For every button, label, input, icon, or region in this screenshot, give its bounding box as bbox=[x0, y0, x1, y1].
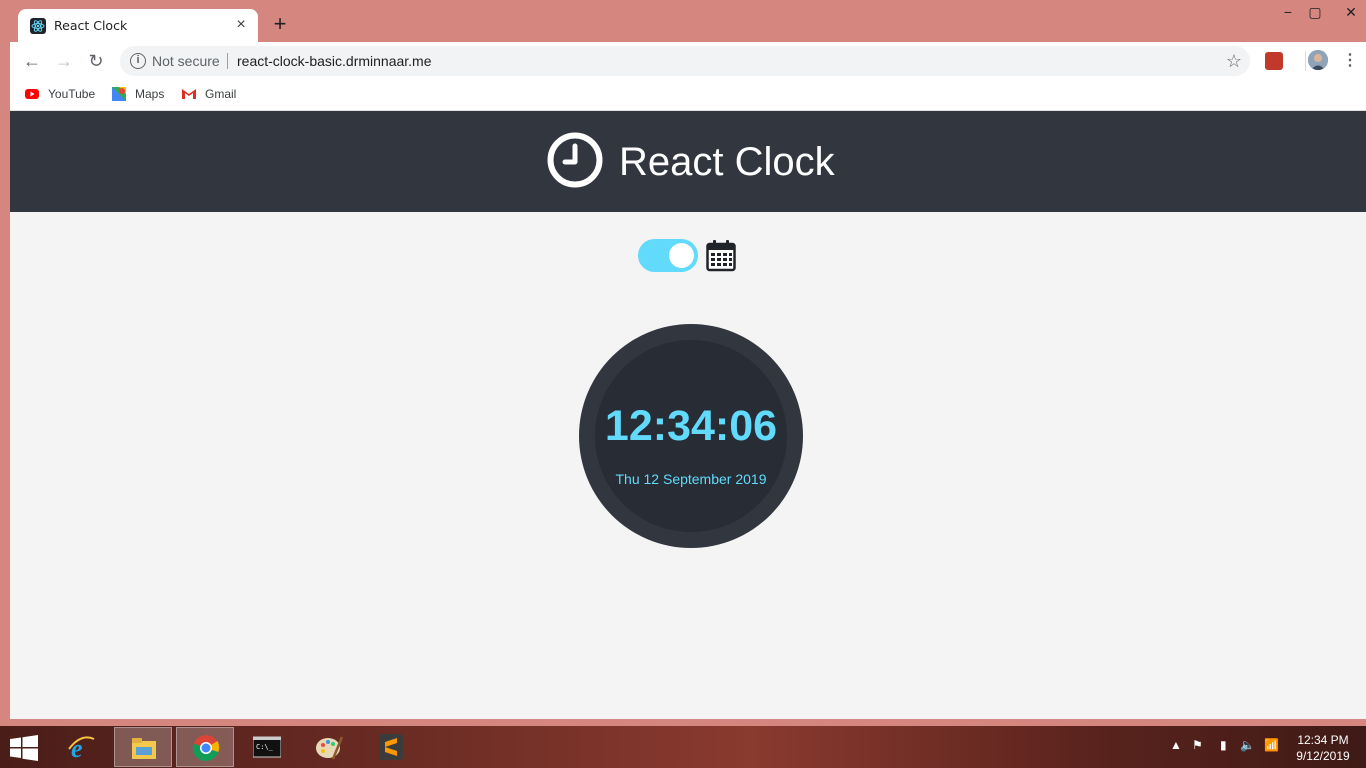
battery-icon[interactable]: ▮ bbox=[1220, 738, 1227, 752]
clock-mode-toggle[interactable] bbox=[638, 239, 698, 272]
command-prompt-icon: C:\_ bbox=[252, 733, 282, 761]
url-text[interactable]: react-clock-basic.drminnaar.me bbox=[237, 53, 432, 69]
browser-menu-icon[interactable]: ⋮ bbox=[1342, 50, 1358, 72]
tab-close-icon[interactable]: × bbox=[232, 16, 250, 34]
new-tab-button[interactable]: + bbox=[268, 12, 292, 36]
maximize-button[interactable]: ▢ bbox=[1300, 2, 1330, 22]
svg-text:C:\_: C:\_ bbox=[256, 743, 274, 751]
security-label[interactable]: Not secure bbox=[152, 53, 220, 69]
taskbar-internet-explorer[interactable]: e bbox=[52, 727, 110, 767]
chrome-icon bbox=[192, 734, 220, 762]
bookmark-youtube[interactable]: YouTube bbox=[24, 85, 95, 103]
tab-react-clock[interactable]: React Clock × bbox=[18, 9, 258, 42]
bookmark-gmail[interactable]: Gmail bbox=[181, 85, 236, 103]
reload-button[interactable]: ↻ bbox=[85, 50, 107, 72]
file-explorer-icon bbox=[130, 734, 158, 762]
browser-toolbar: ← → ↻ i Not secure react-clock-basic.drm… bbox=[10, 42, 1366, 79]
internet-explorer-icon: e bbox=[67, 733, 95, 763]
calendar-icon[interactable] bbox=[706, 239, 736, 272]
tray-expand-icon[interactable]: ▲ bbox=[1170, 738, 1182, 752]
taskbar-sublime-text[interactable] bbox=[362, 727, 420, 767]
system-clock[interactable]: 12:34 PM 9/12/2019 bbox=[1290, 732, 1356, 764]
toggle-knob bbox=[669, 243, 694, 268]
forward-button[interactable]: → bbox=[53, 50, 75, 72]
bookmark-maps[interactable]: Maps bbox=[111, 85, 164, 103]
tab-title: React Clock bbox=[54, 18, 128, 33]
taskbar-command-prompt[interactable]: C:\_ bbox=[238, 727, 296, 767]
action-center-flag-icon[interactable]: ⚑ bbox=[1192, 738, 1203, 752]
gmail-icon bbox=[181, 86, 197, 102]
system-time: 12:34 PM bbox=[1297, 733, 1349, 747]
windows-start-icon[interactable] bbox=[10, 735, 38, 761]
taskbar-paint[interactable] bbox=[300, 727, 358, 767]
system-date: 9/12/2019 bbox=[1296, 749, 1350, 763]
react-favicon-icon bbox=[30, 18, 46, 34]
web-page: React Clock 12:34:06 Thu 12 September 20… bbox=[10, 111, 1366, 719]
network-signal-icon[interactable]: 📶 bbox=[1264, 738, 1279, 752]
profile-avatar[interactable] bbox=[1308, 50, 1328, 70]
extension-icon[interactable] bbox=[1265, 52, 1283, 70]
taskbar-file-explorer[interactable] bbox=[114, 727, 172, 767]
paint-icon bbox=[315, 733, 344, 761]
digital-clock: 12:34:06 Thu 12 September 2019 bbox=[579, 324, 803, 548]
clock-logo-icon bbox=[547, 132, 603, 188]
bookmark-star-icon[interactable]: ☆ bbox=[1226, 50, 1242, 72]
clock-date: Thu 12 September 2019 bbox=[615, 471, 767, 487]
clock-time: 12:34:06 bbox=[604, 402, 778, 450]
address-bar[interactable]: i Not secure react-clock-basic.drminnaar… bbox=[120, 46, 1250, 76]
close-window-button[interactable]: ✕ bbox=[1336, 2, 1366, 22]
browser-titlebar: React Clock × + − ▢ ✕ bbox=[0, 0, 1366, 42]
minimize-button[interactable]: − bbox=[1273, 2, 1303, 22]
app-header: React Clock bbox=[10, 111, 1366, 212]
toolbar-separator bbox=[1305, 51, 1306, 71]
bookmarks-bar: YouTube Maps Gmail bbox=[10, 79, 1366, 111]
info-icon[interactable]: i bbox=[130, 53, 146, 69]
address-separator bbox=[227, 53, 228, 69]
taskbar-chrome[interactable] bbox=[176, 727, 234, 767]
sublime-text-icon bbox=[377, 733, 405, 761]
windows-taskbar: e C:\_ ▲ ⚑ ▮ 🔈 📶 12:34 PM 9/12/2019 bbox=[0, 726, 1366, 768]
maps-icon bbox=[111, 86, 127, 102]
back-button[interactable]: ← bbox=[21, 50, 43, 72]
youtube-icon bbox=[24, 86, 40, 102]
volume-icon[interactable]: 🔈 bbox=[1240, 738, 1255, 752]
app-title: React Clock bbox=[619, 140, 835, 184]
